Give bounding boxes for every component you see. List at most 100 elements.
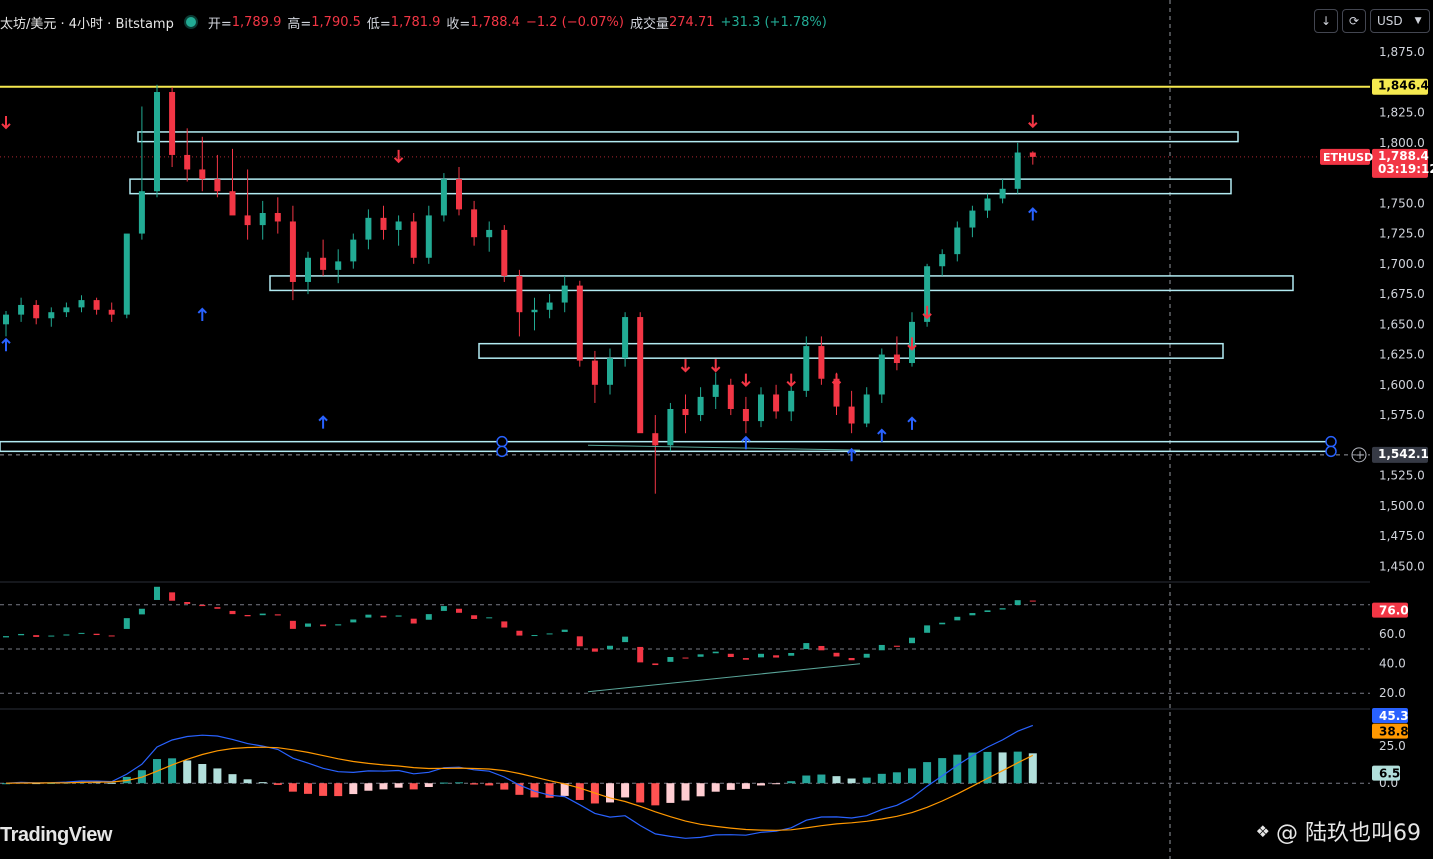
- change-value: −1.2 (−0.07%): [525, 14, 624, 30]
- macd-histogram-bar: [938, 758, 947, 784]
- macd-histogram-bar: [953, 754, 962, 784]
- rsi-candle: [410, 618, 417, 624]
- buy-arrow-icon-path: [197, 307, 208, 321]
- low-label: 低=: [366, 16, 391, 32]
- rsi-candle: [652, 663, 659, 666]
- candle-body: [93, 300, 100, 310]
- macd-histogram-bar: [711, 783, 720, 792]
- hist-value-label: 6.5: [1379, 767, 1400, 781]
- volume-change-value: +31.3 (+1.78%): [720, 14, 827, 30]
- buy-arrow-icon-path: [1, 337, 11, 352]
- price-chart[interactable]: 1,875.0 1,825.0 1,800.0 1,750.0 1,725.0 1,700…: [0, 0, 1433, 859]
- candle-body: [682, 408, 689, 416]
- candle-body: [244, 215, 251, 226]
- rsi-candle: [365, 614, 372, 618]
- buy-arrow-icon: [741, 435, 751, 450]
- rsi-candle: [999, 608, 1006, 610]
- candle-body: [425, 215, 432, 258]
- buy-arrow-icon-path: [318, 415, 328, 429]
- candle-body: [486, 229, 493, 238]
- macd-histogram-bar: [832, 776, 841, 784]
- high-label: 高=: [287, 16, 312, 32]
- rsi-candle: [969, 613, 976, 616]
- buy-arrow-icon: [197, 307, 208, 321]
- signal-value-label: 38.8: [1379, 725, 1409, 739]
- macd-histogram-bar: [575, 783, 584, 800]
- scroll-down-button[interactable]: ↓: [1314, 9, 1338, 33]
- macd-histogram-bar: [757, 783, 765, 786]
- rsi-candle: [486, 617, 493, 619]
- candle-body: [954, 227, 961, 255]
- close-value: 1,788.4: [470, 14, 520, 30]
- price-axis-tick: 1,475.0: [1379, 529, 1425, 543]
- macd-histogram-bar: [349, 783, 358, 795]
- macd-histogram-bar: [107, 782, 116, 784]
- macd-histogram-bar: [213, 768, 222, 784]
- sell-arrow-icon-path: [786, 373, 796, 388]
- macd-value-label: 45.3: [1379, 709, 1409, 723]
- volume-value: 274.71: [669, 14, 715, 30]
- buy-arrow-icon: [318, 415, 328, 429]
- macd-histogram-bar: [379, 783, 388, 790]
- macd-histogram-bar: [621, 783, 630, 798]
- candle-body: [1029, 152, 1036, 157]
- rsi-candle: [637, 646, 644, 663]
- candle-body: [214, 179, 221, 192]
- rsi-axis-tick: 60.0: [1379, 627, 1406, 641]
- rsi-candle: [229, 610, 236, 615]
- candle-body: [999, 188, 1006, 199]
- candle-body: [350, 239, 357, 262]
- price-axis-tick: 1,650.0: [1379, 317, 1425, 331]
- rsi-candle: [33, 635, 40, 637]
- rsi-axis-tick: 20.0: [1379, 686, 1406, 700]
- rsi-candle: [305, 623, 311, 627]
- candle-body: [48, 312, 55, 319]
- refresh-icon: ⟳: [1348, 14, 1360, 28]
- arrow-down-icon: ↓: [1320, 14, 1332, 28]
- rsi-candle: [425, 614, 432, 620]
- candle-body: [727, 384, 734, 409]
- rsi-candle: [259, 613, 266, 616]
- price-axis-tick: 1,675.0: [1379, 287, 1425, 301]
- symbol-tag: ETHUSD: [1323, 151, 1373, 164]
- rsi-candle: [788, 652, 795, 656]
- price-axis-tick: 1,575.0: [1379, 408, 1425, 422]
- volume-label: 成交量: [630, 16, 670, 32]
- macd-histogram-bar: [319, 783, 328, 796]
- macd-histogram-bar: [470, 783, 479, 785]
- buy-arrow-icon: [877, 428, 887, 442]
- rsi-candle: [591, 648, 598, 652]
- rsi-candle: [909, 637, 915, 644]
- rsi-candle: [335, 624, 342, 626]
- macd-histogram-bar: [288, 783, 297, 792]
- sell-arrow-icon: [1, 115, 11, 130]
- rsi-candle: [622, 636, 629, 643]
- macd-histogram-bar: [273, 783, 282, 785]
- currency-select[interactable]: USD ▼: [1370, 9, 1430, 33]
- rsi-candle: [350, 619, 357, 623]
- support-resistance-zone: [269, 275, 1294, 292]
- macd-histogram-bar: [168, 758, 177, 784]
- currency-value: USD: [1377, 14, 1403, 28]
- rsi-candle: [199, 604, 206, 607]
- refresh-button[interactable]: ⟳: [1342, 9, 1366, 33]
- candle-body: [607, 358, 613, 385]
- candle-body: [863, 394, 870, 424]
- price-axis-tick: 1,750.0: [1379, 196, 1425, 210]
- macd-histogram-bar: [726, 783, 735, 790]
- rsi-divergence-line: [587, 663, 861, 693]
- candle-body: [561, 285, 568, 303]
- candle-body: [893, 354, 900, 364]
- macd-histogram-bar: [696, 783, 705, 797]
- rsi-candle: [924, 625, 931, 633]
- author-text: @ 陆玖也叫69: [1276, 821, 1421, 846]
- rsi-candle: [878, 644, 885, 651]
- candle-body: [108, 309, 115, 315]
- candle-body: [33, 304, 40, 319]
- macd-histogram-bar: [651, 783, 660, 806]
- macd-histogram-bar: [183, 760, 192, 784]
- symbol-title[interactable]: 太坊/美元 · 4小时 · Bitstamp: [0, 13, 174, 32]
- rsi-candle: [184, 602, 191, 604]
- macd-histogram-bar: [258, 782, 267, 784]
- buy-arrow-icon-path: [1028, 207, 1038, 221]
